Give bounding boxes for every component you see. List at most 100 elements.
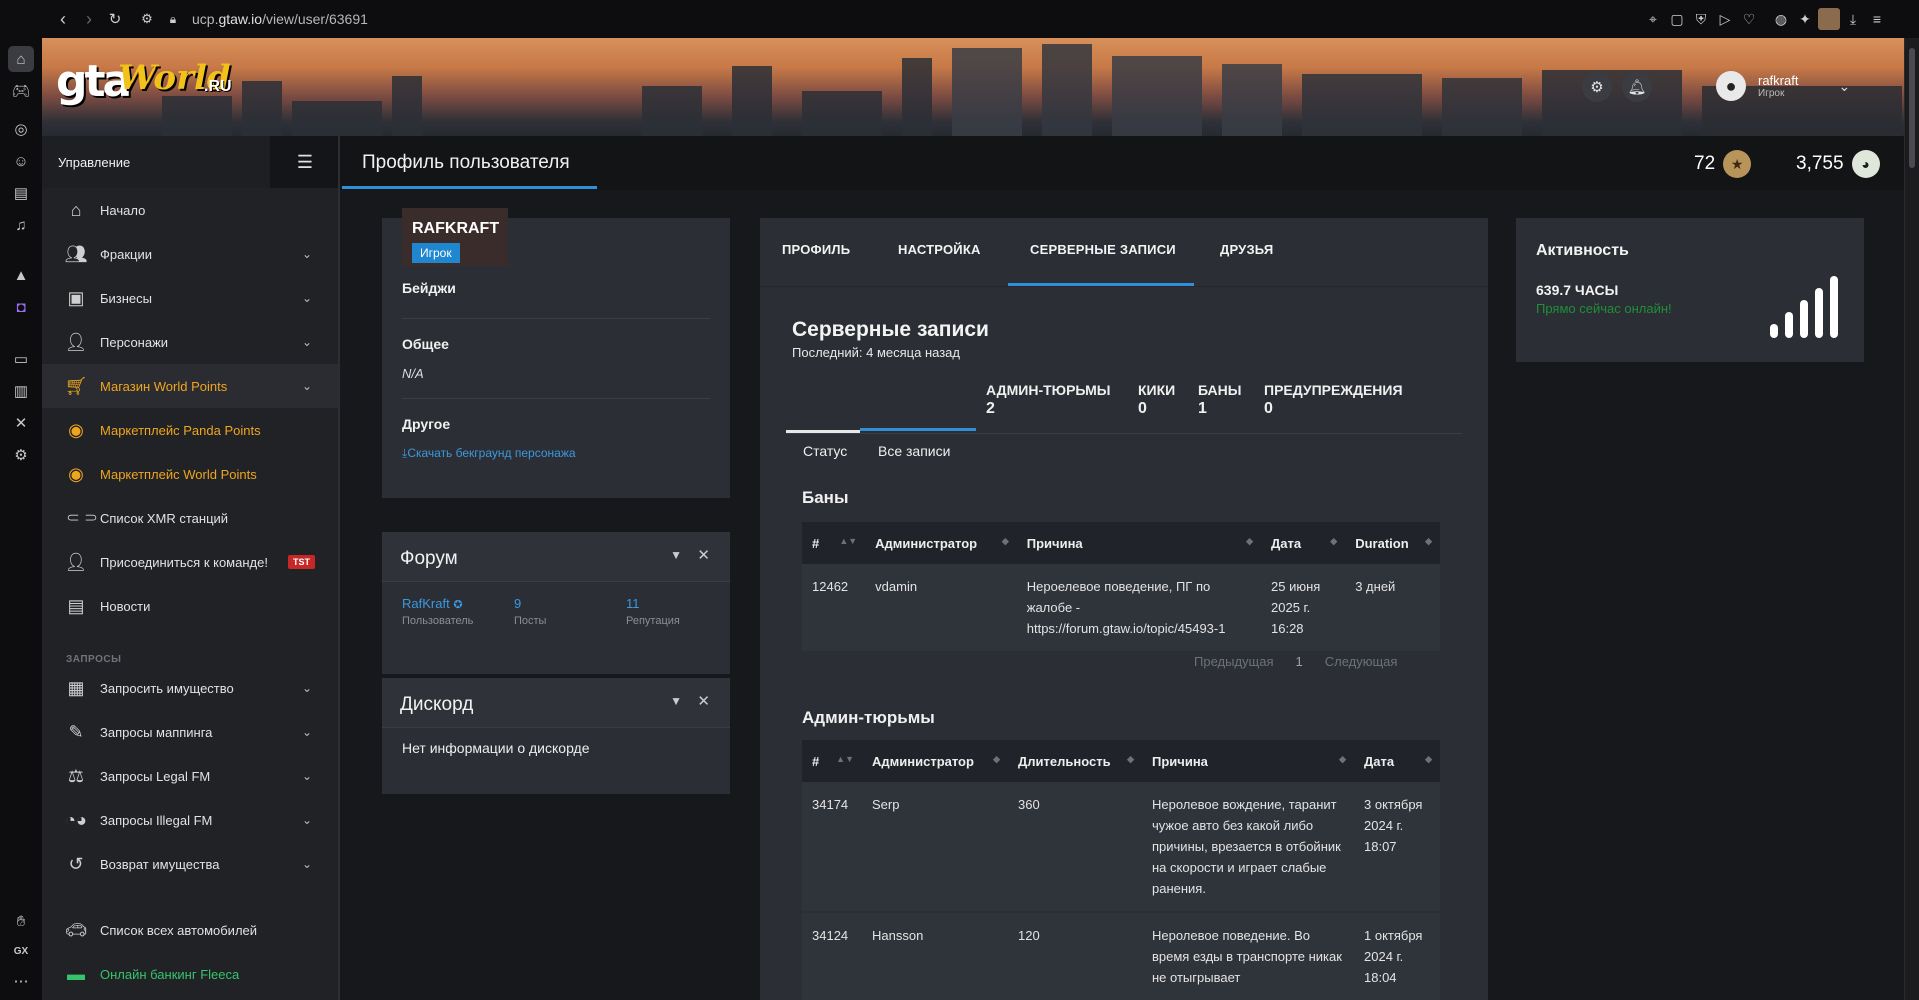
tools-icon[interactable]: ✕ xyxy=(10,412,32,434)
tab-friends[interactable]: ДРУЗЬЯ xyxy=(1220,242,1273,257)
column-header[interactable]: Duration ◆ xyxy=(1345,522,1440,564)
page-scrollbar[interactable] xyxy=(1904,38,1919,1000)
download-background-link[interactable]: ⤓Скачать бекграунд персонажа xyxy=(402,446,576,461)
map-icon[interactable]: ▥ xyxy=(10,380,32,402)
bans-table: # ▲▼ Администратор ◆ Причина ◆ Дата ◆ Durati… xyxy=(802,522,1440,653)
column-header[interactable]: Причина ◆ xyxy=(1142,740,1354,782)
panda-points: 3,755 ◕ xyxy=(1796,150,1880,178)
tab-settings[interactable]: НАСТРОЙКА xyxy=(898,242,981,257)
pager-next[interactable]: Следующая xyxy=(1325,654,1398,669)
collapse-icon[interactable]: ▼ xyxy=(670,548,682,562)
column-header-label: Duration xyxy=(1355,535,1409,551)
pager-page[interactable]: 1 xyxy=(1296,654,1303,669)
tab-profile[interactable]: ПРОФИЛЬ xyxy=(782,242,850,257)
home-rail-icon[interactable]: ⌂ xyxy=(8,46,34,72)
column-header[interactable]: Дата ◆ xyxy=(1354,740,1440,782)
sidebar-item-xmr[interactable]: ⸦⸧ Список XMR станций xyxy=(42,496,340,540)
discord-icon[interactable]: ☺ xyxy=(10,150,32,172)
gx-icon[interactable]: GX xyxy=(10,940,32,962)
hamburger-icon[interactable]: ☰ xyxy=(270,136,340,188)
chevron-down-icon[interactable]: ⌄ xyxy=(1838,78,1850,95)
close-icon[interactable]: ✕ xyxy=(697,546,710,564)
sidebar-item-mapping[interactable]: ✎ Запросы маппинга ⌄ xyxy=(42,710,340,754)
sidebar-item-wp-market[interactable]: ◉ Маркетплейс World Points xyxy=(42,452,340,496)
vpn-icon[interactable]: ◍ xyxy=(1769,7,1793,31)
close-icon[interactable]: ✕ xyxy=(697,692,710,710)
twitch-icon[interactable]: ◘ xyxy=(10,296,32,318)
sidebar-item-label: Список XMR станций xyxy=(100,510,229,526)
player-icon[interactable]: ♫ xyxy=(10,214,32,236)
column-header[interactable]: Администратор ◆ xyxy=(865,522,1017,564)
gamepad-icon[interactable]: 🎮︎ xyxy=(10,80,32,102)
sidebar-item-refund[interactable]: ↺ Возврат имущества ⌄ xyxy=(42,842,340,886)
download-link-label: Скачать бекграунд персонажа xyxy=(407,446,576,460)
discord-title: Дискорд xyxy=(400,694,474,715)
sidebar-item-legal-fm[interactable]: ⚖ Запросы Legal FM ⌄ xyxy=(42,754,340,798)
page-title: Профиль пользователя xyxy=(362,152,570,173)
sidebar-item-business[interactable]: ▣ Бизнесы ⌄ xyxy=(42,276,340,320)
address-bar[interactable]: ucp.gtaw.io/view/user/63691 xyxy=(192,11,368,27)
sidebar-item-wp-shop[interactable]: 🛒︎ Магазин World Points ⌄ xyxy=(42,364,340,408)
download-icon[interactable]: ⤓ xyxy=(1841,7,1865,31)
menu-icon[interactable]: ≡ xyxy=(1865,7,1889,31)
forum-posts[interactable]: 9 xyxy=(514,596,546,611)
verified-icon: ✪ xyxy=(453,599,463,611)
subtab-status[interactable]: Статус xyxy=(803,443,847,459)
forum-user-link[interactable]: RafKraft ✪ xyxy=(402,596,473,611)
back-icon[interactable]: ‹ xyxy=(50,6,76,32)
heart-icon[interactable]: ♡ xyxy=(1737,7,1761,31)
profile-avatar-icon[interactable] xyxy=(1817,7,1841,31)
coins-icon: ◉ xyxy=(68,419,84,440)
user-menu[interactable]: ● rafkraft Игрок ⌄ xyxy=(1716,68,1906,104)
sidebar-item-request-property[interactable]: ▦ Запросить имущество ⌄ xyxy=(42,666,340,710)
pager-prev[interactable]: Предыдущая xyxy=(1194,654,1274,669)
signal-bar xyxy=(1800,300,1808,338)
pin-icon[interactable]: ⌖ xyxy=(1641,7,1665,31)
news-icon[interactable]: ▤ xyxy=(10,182,32,204)
more-icon[interactable]: ⋯ xyxy=(10,970,32,992)
settings-rail-icon[interactable]: ⚙ xyxy=(10,444,32,466)
shield-icon[interactable]: ⛨ xyxy=(1689,7,1713,31)
snapshot-icon[interactable]: ▢ xyxy=(1665,7,1689,31)
subtab-all-records[interactable]: Все записи xyxy=(878,443,950,459)
column-header[interactable]: # ▲▼ xyxy=(802,740,862,782)
sidebar-item-home[interactable]: ⌂ Начало xyxy=(42,188,340,232)
column-header[interactable]: # ▲▼ xyxy=(802,522,866,564)
sidebar-item-news[interactable]: ▤ Новости xyxy=(42,584,340,628)
messenger-icon[interactable]: ◎ xyxy=(10,118,32,140)
column-header[interactable]: Дата ◆ xyxy=(1261,522,1346,564)
play-icon[interactable]: ▷ xyxy=(1713,7,1737,31)
aria-icon[interactable]: ▲ xyxy=(10,264,32,286)
tabs-divider xyxy=(760,286,1488,287)
gtaw-logo[interactable]: gta World .RU xyxy=(56,52,236,112)
wallet-icon[interactable]: ▭ xyxy=(10,348,32,370)
user-name: rafkraft xyxy=(1758,73,1799,88)
ai-icon[interactable]: ✦ xyxy=(1793,7,1817,31)
hand-icon[interactable]: ✋︎ xyxy=(10,910,32,932)
chevron-down-icon: ⌄ xyxy=(301,247,312,261)
sidebar-item-vehicles[interactable]: 🚗︎ Список всех автомобилей xyxy=(42,908,340,952)
sidebar-item-factions[interactable]: 👥︎ Фракции ⌄ xyxy=(42,232,340,276)
sidebar-item-characters[interactable]: 👤︎ Персонажи ⌄ xyxy=(42,320,340,364)
reload-icon[interactable]: ↻ xyxy=(102,6,128,32)
sidebar-item-join-team[interactable]: 👤︎ Присоединиться к команде! TST xyxy=(42,540,340,584)
collapse-icon[interactable]: ▼ xyxy=(670,694,682,708)
tab-server-records[interactable]: СЕРВЕРНЫЕ ЗАПИСИ xyxy=(1030,242,1176,257)
sort-icon: ◆ xyxy=(1246,536,1253,546)
sidebar-item-illegal-fm[interactable]: ◔◕ Запросы Illegal FM ⌄ xyxy=(42,798,340,842)
scrollbar-thumb[interactable] xyxy=(1909,48,1915,168)
forward-icon[interactable]: › xyxy=(76,6,102,32)
column-header-label: # xyxy=(812,753,820,769)
sort-icon: ◆ xyxy=(1330,536,1338,546)
site-info-icon[interactable]: ⚙ xyxy=(134,6,160,32)
users-icon: 👥︎ xyxy=(64,243,88,264)
column-header[interactable]: Причина ◆ xyxy=(1016,522,1261,564)
settings-icon[interactable]: ⚙ xyxy=(1582,72,1612,102)
sidebar-item-fleeca[interactable]: ▬ Онлайн банкинг Fleeca xyxy=(42,952,340,996)
column-header[interactable]: Длительность ◆ xyxy=(1008,740,1142,782)
cell-length: 120 xyxy=(1008,912,1142,1000)
bell-icon[interactable]: 🔔︎ xyxy=(1622,72,1652,102)
forum-rep[interactable]: 11 xyxy=(626,596,680,611)
column-header[interactable]: Администратор ◆ xyxy=(862,740,1008,782)
sidebar-item-panda-market[interactable]: ◉ Маркетплейс Panda Points xyxy=(42,408,340,452)
